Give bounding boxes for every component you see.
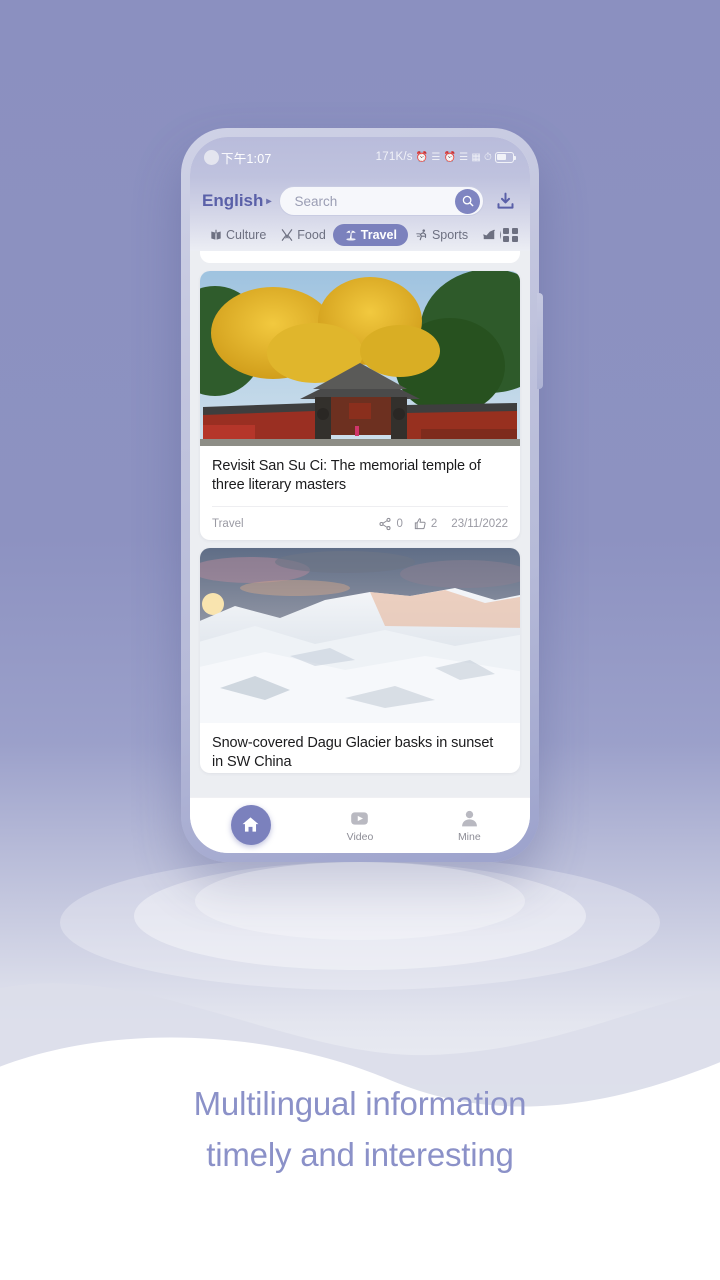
nav-item-video[interactable]: Video [305, 808, 414, 843]
cutlery-icon [282, 229, 293, 241]
tagline-line-2: timely and interesting [206, 1136, 514, 1174]
tab-sports-label: Sports [431, 228, 469, 242]
runner-icon [416, 229, 427, 241]
tab-food[interactable]: Food [273, 225, 333, 245]
news-card-category: Travel [212, 517, 244, 530]
news-card-image-temple [200, 271, 520, 446]
phone-mockup: 下午1:07 171K/s ⏰ ☰ ⏰ ☰ ▦ ⏱ English ▸ Sear… [181, 128, 543, 862]
news-card-title: Revisit San Su Ci: The memorial temple o… [212, 458, 481, 494]
download-button[interactable] [492, 191, 518, 212]
bottom-navigation: Video Mine [190, 797, 530, 853]
chart-icon [483, 229, 495, 240]
status-bar-time: 下午1:07 [221, 151, 272, 166]
header-row: English ▸ Search [202, 181, 518, 221]
alarm-icon: ⏰ [415, 151, 429, 163]
previous-card-peek [200, 251, 520, 263]
search-button[interactable] [455, 188, 480, 214]
news-card-date: 23/11/2022 [451, 517, 508, 530]
download-icon [496, 192, 514, 209]
tab-food-label: Food [297, 228, 326, 242]
vibrate-2-icon: ☰ [459, 151, 469, 163]
news-card-title: Snow-covered Dagu Glacier basks in sunse… [212, 735, 494, 771]
tab-finance-label: Finan [499, 228, 501, 242]
news-card-image-glacier [200, 548, 520, 724]
home-icon [242, 817, 259, 832]
search-icon [462, 195, 473, 207]
home-button[interactable] [230, 804, 271, 845]
person-icon [461, 810, 477, 827]
palm-tree-icon [346, 230, 356, 241]
language-label: English [202, 191, 264, 210]
pedestal-ellipse-inner [195, 862, 525, 940]
status-bar: 下午1:07 171K/s ⏰ ☰ ⏰ ☰ ▦ ⏱ [190, 137, 530, 177]
nav-mine-label: Mine [457, 831, 481, 843]
network-speed: 171K/s [375, 151, 413, 163]
app-header: English ▸ Search Culture Food Travel Spo… [190, 177, 530, 251]
like-count[interactable]: 2 [413, 517, 437, 531]
mine-button[interactable] [459, 808, 480, 829]
tab-travel-label: Travel [360, 228, 397, 242]
phone-side-button[interactable] [537, 293, 543, 389]
search-bar[interactable]: Search [279, 186, 484, 216]
nav-item-mine[interactable]: Mine [415, 808, 524, 843]
news-card[interactable]: Revisit San Su Ci: The memorial temple o… [200, 271, 520, 541]
video-play-icon [351, 812, 369, 825]
clock-icon: ⏱ [484, 151, 492, 163]
nav-item-home[interactable] [196, 804, 305, 847]
chevron-right-icon: ▸ [266, 195, 272, 207]
tagline: Multilingual information timely and inte… [0, 1078, 720, 1180]
category-tabs: Culture Food Travel Sports [202, 221, 518, 251]
tab-travel[interactable]: Travel [332, 224, 408, 246]
grid-menu-icon[interactable] [503, 227, 518, 243]
signal-icon: ▦ [471, 151, 481, 163]
status-bar-left: 下午1:07 [204, 148, 272, 167]
book-icon [211, 229, 221, 240]
status-bar-right: 171K/s ⏰ ☰ ⏰ ☰ ▦ ⏱ [375, 151, 517, 163]
search-input[interactable]: Search [294, 194, 455, 209]
news-card[interactable]: Snow-covered Dagu Glacier basks in sunse… [200, 548, 520, 773]
like-count-value: 2 [430, 517, 438, 530]
battery-icon [495, 151, 517, 163]
language-selector[interactable]: English ▸ [202, 191, 271, 211]
share-count[interactable]: 0 [378, 517, 403, 531]
news-card-body: Revisit San Su Ci: The memorial temple o… [200, 446, 520, 540]
tab-culture[interactable]: Culture [202, 225, 273, 245]
news-card-body: Snow-covered Dagu Glacier basks in sunse… [200, 723, 520, 772]
phone-screen: 下午1:07 171K/s ⏰ ☰ ⏰ ☰ ▦ ⏱ English ▸ Sear… [190, 137, 530, 853]
news-feed[interactable]: Revisit San Su Ci: The memorial temple o… [190, 251, 530, 797]
nav-video-label: Video [346, 831, 374, 843]
share-icon [379, 517, 392, 530]
tab-sports[interactable]: Sports [408, 225, 475, 245]
tab-culture-label: Culture [226, 228, 267, 242]
alarm-2-icon: ⏰ [443, 151, 457, 163]
tagline-line-1: Multilingual information [193, 1085, 527, 1122]
news-card-meta: Travel 0 2 23/11/2022 [212, 506, 508, 540]
video-button[interactable] [349, 808, 370, 829]
camera-punchhole-icon [204, 149, 219, 165]
share-count-value: 0 [396, 517, 403, 530]
tab-finance[interactable]: Finan [475, 225, 501, 245]
thumbs-up-icon [414, 518, 426, 529]
vibrate-icon: ☰ [431, 151, 441, 163]
